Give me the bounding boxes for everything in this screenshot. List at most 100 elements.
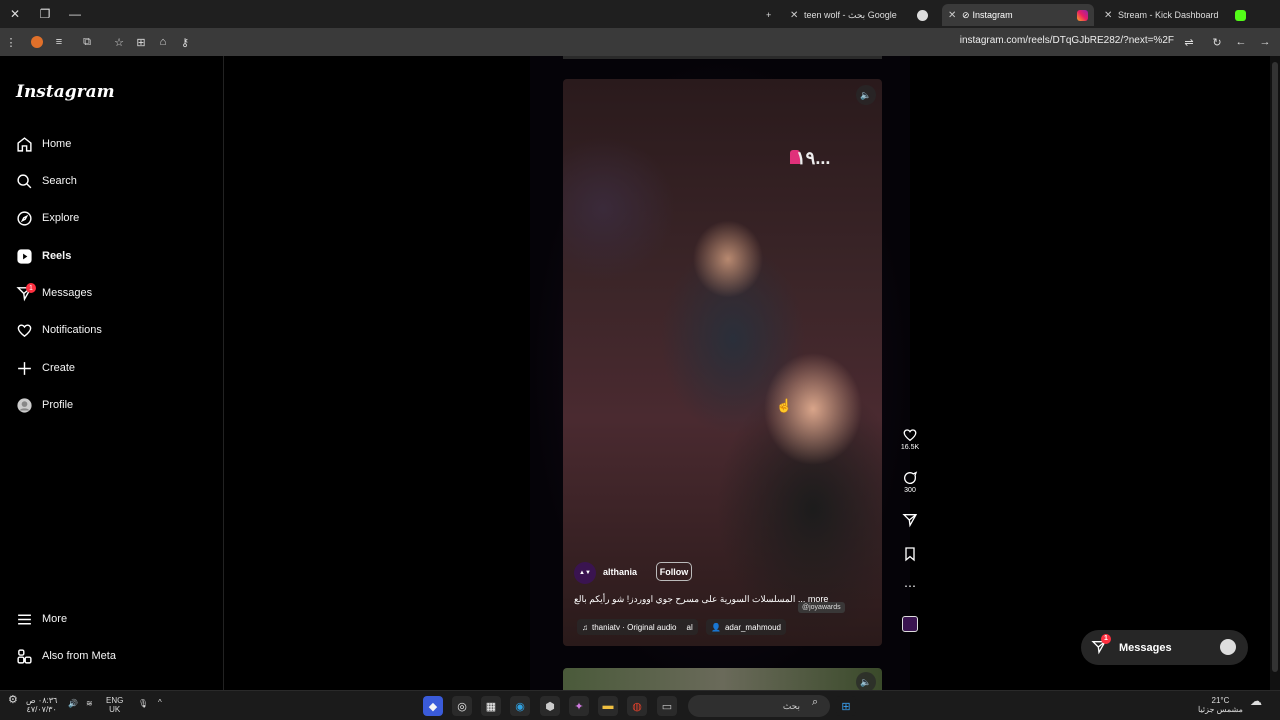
sidebar: Instagram Home Search Explore Reels 1 Me… bbox=[0, 56, 224, 690]
share-icon bbox=[901, 511, 919, 529]
save-button[interactable] bbox=[896, 545, 924, 563]
reel-username[interactable]: althania bbox=[603, 567, 637, 577]
menu-icon bbox=[14, 609, 34, 629]
password-key-icon[interactable]: ⚷ bbox=[174, 31, 196, 53]
microphone-icon[interactable]: 🎙 bbox=[138, 699, 148, 708]
follow-button[interactable]: Follow bbox=[656, 562, 692, 581]
instagram-favicon-icon bbox=[1077, 9, 1088, 21]
mouse-cursor-icon: ☝ bbox=[776, 398, 793, 413]
compass-icon bbox=[14, 208, 34, 228]
windows-taskbar: ⚙ ٠٨:٣٦ ص ٤٧/٠٧/٣٠ 🔊 ≋ ENG UK 🎙 ^ ◆ ◎ ▦ … bbox=[0, 690, 1280, 720]
sidebar-item-home[interactable]: Home bbox=[14, 129, 71, 159]
chrome-icon[interactable]: ◍ bbox=[627, 696, 647, 716]
extensions-icon[interactable]: ⧉ bbox=[76, 31, 98, 53]
page-scrollbar[interactable] bbox=[1270, 56, 1280, 690]
instagram-page: Instagram Home Search Explore Reels 1 Me… bbox=[0, 56, 1280, 692]
next-reel-volume-icon[interactable]: 🔈 bbox=[856, 672, 876, 692]
tagged-account-chip[interactable]: @joyawards bbox=[798, 602, 845, 613]
taskbar-search-box[interactable]: بحث bbox=[688, 695, 830, 717]
comment-icon bbox=[901, 469, 919, 487]
person-icon: 👤 bbox=[711, 622, 721, 632]
music-note-icon: ♫ bbox=[582, 622, 588, 632]
tray-overflow-icon[interactable]: ^ bbox=[158, 698, 162, 707]
sidebar-item-explore[interactable]: Explore bbox=[14, 203, 79, 233]
settings-gear-icon[interactable]: ⚙ bbox=[8, 695, 18, 706]
edge-icon[interactable]: ◉ bbox=[510, 696, 530, 716]
audio-chip[interactable]: ♫ thaniatv · Original audio al bbox=[577, 619, 698, 635]
tab-instagram[interactable]: ✕ ⊘ Instagram bbox=[942, 4, 1094, 26]
tab-close-icon[interactable]: ✕ bbox=[790, 10, 804, 21]
language-indicator[interactable]: ENG UK bbox=[106, 696, 123, 714]
sidebar-item-messages[interactable]: 1 Messages bbox=[14, 278, 92, 308]
copilot-icon[interactable]: ✦ bbox=[569, 696, 589, 716]
wifi-icon[interactable]: ≋ bbox=[86, 699, 93, 708]
messages-pill-badge: 1 bbox=[1101, 633, 1111, 644]
tab-close-icon[interactable]: ✕ bbox=[1104, 10, 1118, 21]
messages-pill-button[interactable]: 1 Messages bbox=[1081, 630, 1248, 665]
app-icon-2[interactable]: ◎ bbox=[452, 696, 472, 716]
forward-arrow-icon[interactable]: → bbox=[1254, 31, 1276, 53]
bookmark-icon bbox=[901, 545, 919, 563]
sidebar-item-reels[interactable]: Reels bbox=[14, 241, 71, 271]
close-window-icon[interactable]: ✕ bbox=[0, 0, 30, 28]
bookmark-star-icon[interactable]: ☆ bbox=[108, 31, 130, 53]
more-options-icon[interactable]: ⋯ bbox=[896, 579, 924, 593]
profile-avatar-icon bbox=[14, 395, 34, 415]
tab-google-search[interactable]: ✕ teen wolf - بحث Google bbox=[784, 4, 934, 26]
tab-close-icon[interactable]: ✕ bbox=[948, 10, 962, 21]
speaker-icon[interactable]: 🔊 bbox=[68, 699, 78, 708]
new-tab-button[interactable]: + bbox=[760, 4, 777, 26]
home-icon bbox=[14, 134, 34, 154]
cast-icon[interactable]: ⌂ bbox=[152, 31, 174, 53]
share-button[interactable] bbox=[896, 511, 924, 529]
sidebar-item-profile[interactable]: Profile bbox=[14, 390, 73, 420]
file-explorer-icon[interactable]: ▬ bbox=[598, 696, 618, 716]
sidebar-item-also-from-meta[interactable]: Also from Meta bbox=[14, 641, 116, 671]
task-view-icon[interactable]: ▭ bbox=[657, 696, 677, 716]
tab-audio-icon: ⊘ bbox=[962, 9, 970, 20]
kick-favicon-icon bbox=[1235, 9, 1246, 21]
previous-reel-edge bbox=[563, 56, 882, 59]
start-button-icon[interactable]: ⊞ bbox=[836, 696, 856, 716]
reel-author-avatar[interactable]: ▲▼ bbox=[574, 562, 596, 584]
profile-icon[interactable] bbox=[26, 31, 48, 53]
comment-button[interactable]: 300 bbox=[896, 469, 924, 494]
like-button[interactable]: 16.5K bbox=[896, 426, 924, 451]
search-icon bbox=[14, 171, 34, 191]
sidebar-item-notifications[interactable]: Notifications bbox=[14, 315, 102, 345]
back-arrow-icon[interactable]: ← bbox=[1230, 31, 1252, 53]
reel-caption[interactable]: المسلسلات السورية على مسرح جوي اووردز! ش… bbox=[574, 594, 828, 605]
clock[interactable]: ٠٨:٣٦ ص ٤٧/٠٧/٣٠ bbox=[26, 696, 57, 714]
sidebar-item-more[interactable]: More bbox=[14, 604, 67, 634]
app-icon-1[interactable]: ◆ bbox=[423, 696, 443, 716]
address-bar-url[interactable]: instagram.com/reels/DTqGJbRE282/?next=%2… bbox=[960, 35, 1174, 46]
comment-count: 300 bbox=[904, 487, 916, 494]
weather-cloud-icon: ☁ bbox=[1250, 694, 1262, 708]
reload-icon[interactable]: ↻ bbox=[1206, 31, 1228, 53]
reels-icon bbox=[14, 246, 34, 266]
contact-avatar bbox=[1220, 639, 1236, 655]
instagram-logo[interactable]: Instagram bbox=[16, 82, 115, 102]
app-icon-5[interactable]: ⬢ bbox=[540, 696, 560, 716]
volume-icon[interactable]: 🔈 bbox=[856, 85, 876, 105]
heart-icon bbox=[901, 426, 919, 444]
sidebar-item-create[interactable]: Create bbox=[14, 353, 75, 383]
audio-thumbnail[interactable] bbox=[902, 616, 918, 632]
sidebar-item-search[interactable]: Search bbox=[14, 166, 77, 196]
browser-tab-bar: ✕ ❐ — + ✕ teen wolf - بحث Google ✕ ⊘ Ins… bbox=[0, 0, 1280, 28]
weather-widget[interactable]: 21°C مشمس جزئيا bbox=[1198, 696, 1243, 714]
translate-icon[interactable]: ⊞ bbox=[130, 31, 152, 53]
search-icon: ⌕ bbox=[812, 696, 819, 708]
minimize-window-icon[interactable]: — bbox=[60, 0, 90, 28]
tagged-user-chip[interactable]: 👤 adar_mahmoud bbox=[706, 619, 787, 635]
tab-kick-dashboard[interactable]: ✕ Stream - Kick Dashboard bbox=[1098, 4, 1250, 26]
reading-list-icon[interactable]: ≡ bbox=[48, 31, 70, 53]
reel-video[interactable] bbox=[563, 79, 882, 646]
messages-badge: 1 bbox=[26, 283, 36, 293]
browser-menu-icon[interactable]: ⋮ bbox=[0, 31, 22, 53]
restore-window-icon[interactable]: ❐ bbox=[30, 0, 60, 28]
next-reel-preview[interactable] bbox=[563, 668, 882, 690]
heart-icon bbox=[14, 320, 34, 340]
site-settings-icon[interactable]: ⇌ bbox=[1178, 31, 1200, 53]
microsoft-store-icon[interactable]: ▦ bbox=[481, 696, 501, 716]
